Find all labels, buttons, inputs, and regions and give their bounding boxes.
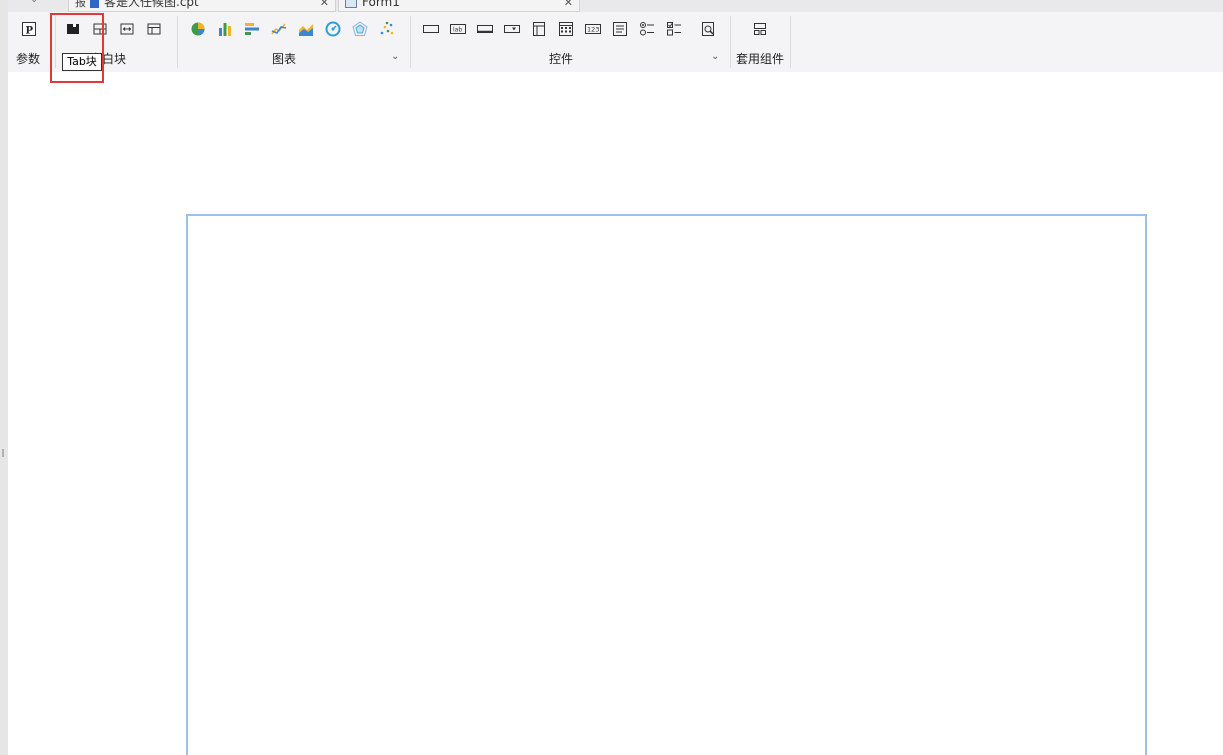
group-divider bbox=[730, 16, 731, 68]
pie-chart-icon[interactable] bbox=[189, 20, 207, 38]
left-panel-strip[interactable]: ‖ bbox=[0, 0, 8, 755]
bar-chart-icon[interactable] bbox=[216, 20, 234, 38]
highlight-annotation bbox=[50, 13, 104, 83]
date-widget-icon[interactable] bbox=[530, 20, 548, 38]
radio-widget-icon[interactable] bbox=[638, 20, 656, 38]
tab-form1[interactable]: Form1 ✕ bbox=[338, 0, 580, 12]
chevron-down-icon[interactable]: ⌄ bbox=[711, 52, 721, 62]
label-widget-text: lab bbox=[453, 27, 462, 34]
group-divider bbox=[790, 16, 791, 68]
horizontal-block-icon[interactable] bbox=[118, 20, 136, 38]
tab-list-dropdown-icon[interactable]: ⌄ bbox=[30, 0, 38, 5]
calendar-widget-icon[interactable] bbox=[557, 20, 575, 38]
area-chart-icon[interactable] bbox=[297, 20, 315, 38]
label-widget-icon[interactable] bbox=[422, 20, 440, 38]
scatter-chart-icon[interactable] bbox=[378, 20, 396, 38]
form-design-canvas[interactable] bbox=[186, 214, 1147, 755]
horizontal-bar-icon[interactable] bbox=[243, 20, 261, 38]
number-widget-text: 123 bbox=[587, 26, 599, 34]
panel-grip-icon[interactable]: ‖ bbox=[1, 448, 7, 458]
group-label-param: 参数 bbox=[16, 52, 41, 66]
text-widget-icon[interactable]: lab bbox=[449, 20, 467, 38]
template-component-icon[interactable] bbox=[751, 20, 769, 38]
tab-label: Form1 bbox=[362, 0, 400, 9]
textarea-widget-icon[interactable] bbox=[611, 20, 629, 38]
group-label-widget: 控件 bbox=[549, 52, 574, 66]
group-divider bbox=[177, 16, 178, 68]
tab-label: 客是人任候图.cpt bbox=[104, 0, 199, 9]
svg-text:P: P bbox=[26, 26, 34, 37]
param-icon[interactable]: P bbox=[20, 20, 38, 38]
group-divider bbox=[410, 16, 411, 68]
component-toolbar: P 参数 空白块 图表 ⌄ lab 123 控件 ⌄ 套用组件 bbox=[8, 12, 1223, 72]
tab-report[interactable]: 报 客是人任候图.cpt ✕ bbox=[68, 0, 336, 12]
tab-bar: ⌄ 报 客是人任候图.cpt ✕ Form1 ✕ bbox=[8, 0, 1223, 12]
checkbox-widget-icon[interactable] bbox=[665, 20, 683, 38]
report-file-icon bbox=[90, 0, 99, 8]
form-file-icon bbox=[345, 0, 357, 8]
layout-block-icon[interactable] bbox=[145, 20, 163, 38]
gauge-chart-icon[interactable] bbox=[324, 20, 342, 38]
tab-prefix: 报 bbox=[75, 0, 86, 9]
group-label-chart: 图表 bbox=[272, 52, 297, 66]
chevron-down-icon[interactable]: ⌄ bbox=[391, 52, 401, 62]
search-widget-icon[interactable] bbox=[699, 20, 717, 38]
line-chart-icon[interactable] bbox=[270, 20, 288, 38]
combo-widget-icon[interactable] bbox=[503, 20, 521, 38]
close-icon[interactable]: ✕ bbox=[320, 0, 329, 9]
number-widget-icon[interactable]: 123 bbox=[584, 20, 602, 38]
group-label-template: 套用组件 bbox=[736, 52, 785, 66]
button-widget-icon[interactable] bbox=[476, 20, 494, 38]
close-icon[interactable]: ✕ bbox=[564, 0, 573, 9]
radar-chart-icon[interactable] bbox=[351, 20, 369, 38]
